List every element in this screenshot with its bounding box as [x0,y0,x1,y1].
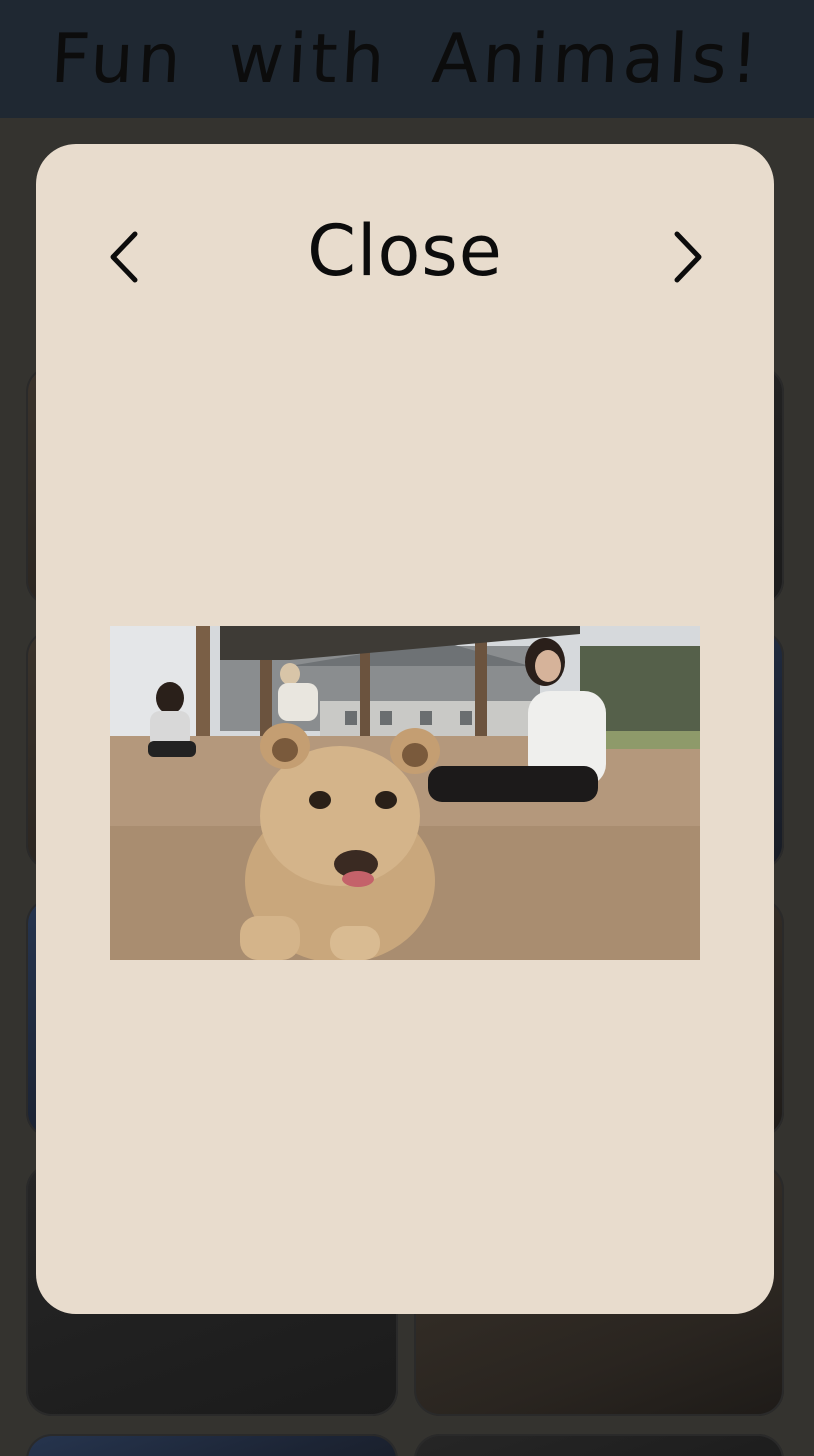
lion-cub-illustration [110,626,700,960]
image-lightbox-modal: Close [36,144,774,1314]
page-title: Fun with Animals! [49,19,765,99]
gallery-tile[interactable] [414,1434,784,1456]
gallery-tile[interactable] [26,1434,398,1456]
close-label: Close [307,210,503,292]
chevron-right-icon [674,231,702,283]
lion-cub-photo [110,626,700,960]
next-button[interactable] [658,222,718,292]
app: Fun with Animals! Close [0,0,814,1456]
site-header: Fun with Animals! [0,0,814,118]
